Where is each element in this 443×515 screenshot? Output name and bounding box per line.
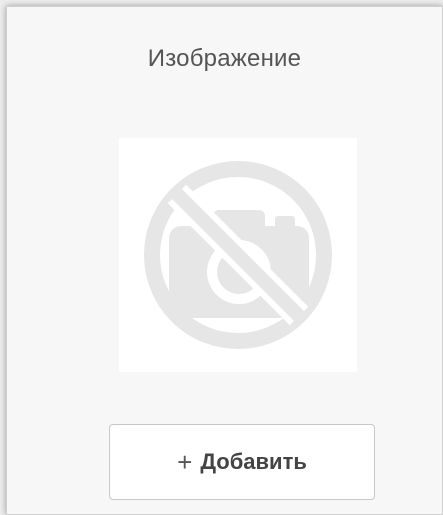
panel-title: Изображение <box>147 45 302 72</box>
plus-icon: + <box>177 447 193 477</box>
add-button-label: Добавить <box>200 449 307 474</box>
image-placeholder <box>119 138 357 372</box>
no-photo-icon <box>144 161 332 349</box>
image-panel: Изображение + Добавить <box>6 6 443 515</box>
add-button[interactable]: + Добавить <box>109 424 375 500</box>
